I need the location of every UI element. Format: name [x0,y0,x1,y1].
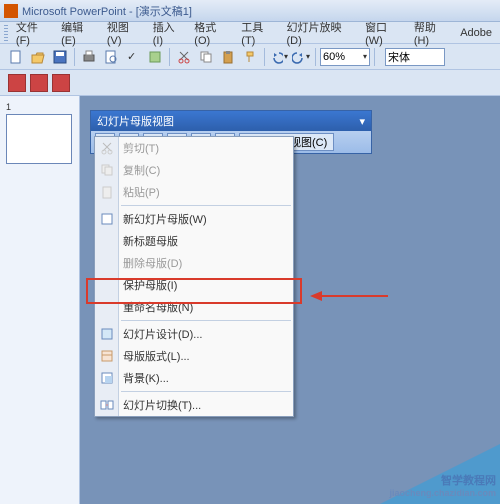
context-background[interactable]: 背景(K)... [95,367,293,389]
context-rename-master[interactable]: 重命名母版(N) [95,296,293,318]
context-new-title-master-label: 新标题母版 [123,233,178,249]
context-paste-label: 粘贴(P) [123,184,160,200]
master-toolbar-title[interactable]: 幻灯片母版视图 ▾ [91,111,371,131]
context-delete-master-label: 删除母版(D) [123,255,182,271]
context-paste[interactable]: 粘贴(P) [95,181,293,203]
menu-insert[interactable]: 插入(I) [149,17,189,49]
master-title-text: 幻灯片母版视图 [97,113,174,129]
context-new-slide-master[interactable]: 新幻灯片母版(W) [95,208,293,230]
slide-number: 1 [6,102,73,112]
layout-icon [99,348,115,364]
watermark-main: 智学教程网 [389,472,496,488]
pdf-button-3[interactable] [52,74,70,92]
watermark-sub: jiaocheng.chazidian.com [389,488,496,498]
menu-format[interactable]: 格式(O) [190,17,235,49]
format-painter-button[interactable] [240,47,260,67]
context-menu: 剪切(T) 复制(C) 粘贴(P) 新幻灯片母版(W) 新标题母版 删除母版(D… [94,136,294,417]
open-button[interactable] [28,47,48,67]
context-background-label: 背景(K)... [123,370,169,386]
context-copy-label: 复制(C) [123,162,160,178]
redo-button[interactable]: ▾ [291,47,311,67]
preview-button[interactable] [101,47,121,67]
context-new-slide-master-label: 新幻灯片母版(W) [123,211,207,227]
context-preserve-master[interactable]: 保护母版(I) [95,274,293,296]
context-preserve-master-label: 保护母版(I) [123,277,177,293]
menu-edit[interactable]: 编辑(E) [57,17,101,49]
slide-thumbnail[interactable] [6,114,72,164]
new-button[interactable] [6,47,26,67]
research-button[interactable] [145,47,165,67]
menubar: 文件(F) 编辑(E) 视图(V) 插入(I) 格式(O) 工具(T) 幻灯片放… [0,22,500,44]
menu-adobe[interactable]: Adobe [456,25,496,41]
font-value: 宋体 [388,49,410,65]
paste-icon [99,184,115,200]
watermark: 智学教程网 jiaocheng.chazidian.com [389,472,496,498]
paste-button[interactable] [218,47,238,67]
copy-icon [99,162,115,178]
context-new-title-master[interactable]: 新标题母版 [95,230,293,252]
zoom-combo[interactable]: 60%▾ [320,48,370,66]
transition-icon [99,397,115,413]
pdf-button-2[interactable] [30,74,48,92]
pdf-toolbar [0,70,500,96]
slide-thumbnail-panel: 1 [0,96,80,504]
menu-help[interactable]: 帮助(H) [410,17,454,49]
context-copy[interactable]: 复制(C) [95,159,293,181]
context-master-layout-label: 母版版式(L)... [123,348,190,364]
menu-tools[interactable]: 工具(T) [237,17,280,49]
copy-button[interactable] [196,47,216,67]
cut-icon [99,140,115,156]
pdf-button-1[interactable] [8,74,26,92]
context-slide-transition[interactable]: 幻灯片切换(T)... [95,394,293,416]
zoom-value: 60% [323,51,345,63]
svg-text:✓: ✓ [127,51,136,63]
menu-file[interactable]: 文件(F) [12,17,55,49]
spellcheck-button[interactable]: ✓ [123,47,143,67]
background-icon [99,370,115,386]
context-slide-design-label: 幻灯片设计(D)... [123,326,202,342]
context-slide-design[interactable]: 幻灯片设计(D)... [95,323,293,345]
powerpoint-icon [4,4,18,18]
grip-icon [4,25,8,41]
context-rename-master-label: 重命名母版(N) [123,299,193,315]
annotation-arrow [310,286,390,306]
design-icon [99,326,115,342]
context-slide-transition-label: 幻灯片切换(T)... [123,397,201,413]
context-delete-master[interactable]: 删除母版(D) [95,252,293,274]
font-combo[interactable]: 宋体 [385,48,445,66]
context-cut[interactable]: 剪切(T) [95,137,293,159]
context-master-layout[interactable]: 母版版式(L)... [95,345,293,367]
save-button[interactable] [50,47,70,67]
cut-button[interactable] [174,47,194,67]
dropdown-icon: ▾ [359,115,365,128]
print-button[interactable] [79,47,99,67]
menu-view[interactable]: 视图(V) [103,17,147,49]
new-slide-master-icon [99,211,115,227]
menu-slideshow[interactable]: 幻灯片放映(D) [282,17,359,49]
menu-window[interactable]: 窗口(W) [361,17,408,49]
undo-button[interactable]: ▾ [269,47,289,67]
context-cut-label: 剪切(T) [123,140,159,156]
